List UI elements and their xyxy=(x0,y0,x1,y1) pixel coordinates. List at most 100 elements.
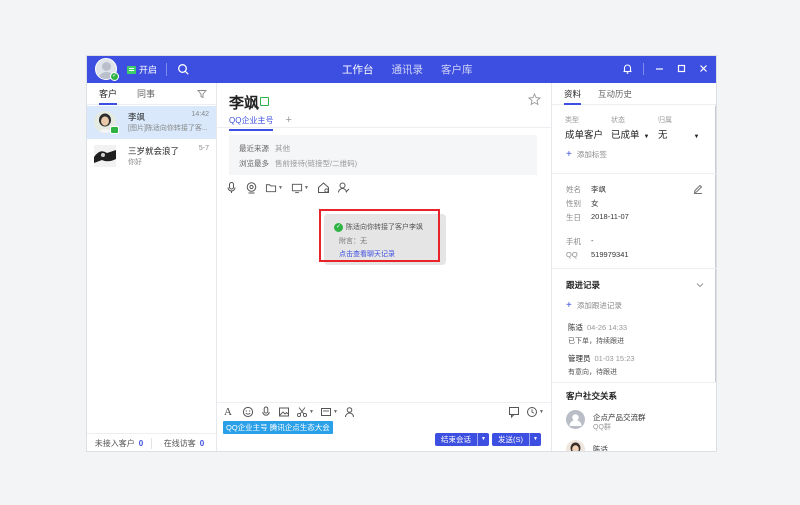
add-tag-button[interactable]: + 添加标签 xyxy=(566,149,607,160)
history-menu[interactable]: ▼ xyxy=(526,406,544,418)
profile-row: 性别 女 xyxy=(566,198,599,209)
followup-who: 管理员 xyxy=(568,354,591,363)
font-icon[interactable]: A xyxy=(224,406,236,418)
followup-note: 有意向，待跟进 xyxy=(568,369,617,376)
add-tag-label: 添加标签 xyxy=(576,150,607,159)
tab-colleagues[interactable]: 同事 xyxy=(137,87,155,100)
owner-value: 无 xyxy=(658,130,668,141)
social-item[interactable]: 陈适 xyxy=(566,440,706,451)
tab-customer-base[interactable]: 客户库 xyxy=(441,62,473,77)
user-card-icon[interactable] xyxy=(344,406,356,418)
end-session-button[interactable]: 结束会话 ▼ xyxy=(435,433,489,446)
profile-row: 生日 2018-11-07 xyxy=(566,212,629,223)
bell-icon[interactable] xyxy=(621,62,634,75)
quick-reply-icon[interactable] xyxy=(508,406,520,418)
online-check-icon: ✓ xyxy=(110,72,119,81)
minimize-icon[interactable] xyxy=(653,62,666,75)
home-transfer-icon[interactable] xyxy=(317,181,330,194)
profile-tabs: 资料 互动历史 xyxy=(552,83,716,105)
my-avatar[interactable]: ✓ xyxy=(95,58,119,81)
microphone-icon[interactable] xyxy=(260,406,272,418)
type-label: 类型 xyxy=(565,117,579,124)
pending-customers[interactable]: 未接入客户 0 xyxy=(87,438,151,449)
field-value: 女 xyxy=(591,199,599,208)
contact-name: 李飒 xyxy=(229,95,260,112)
visitor-info: 最近来源 其他 浏览最多 售前接待(链接型/二维码) xyxy=(229,135,537,175)
screenshot-menu[interactable]: ▼ xyxy=(291,181,310,194)
maximize-icon[interactable] xyxy=(675,62,688,75)
folder-menu[interactable]: ▼ xyxy=(265,181,284,194)
customer-profile-panel: 资料 互动历史 类型 成单客户 状态 已成单 ▼ 归属 无 ▼ + 添加标签 姓名 … xyxy=(551,83,716,451)
plus-icon: + xyxy=(566,149,572,160)
followup-author: 陈适 04-26 14:33 xyxy=(568,322,627,333)
scrollbar[interactable] xyxy=(715,105,716,383)
caret-down-icon: ▼ xyxy=(539,409,544,415)
add-followup-label: 添加跟进记录 xyxy=(576,301,622,310)
filter-icon[interactable] xyxy=(197,89,207,99)
source-tag: QQ企业主号 腾讯企点生态大会 xyxy=(223,421,333,434)
followup-note: 已下单，持续跟进 xyxy=(568,338,624,345)
followup-time: 04-26 14:33 xyxy=(587,323,628,332)
divider xyxy=(217,402,551,403)
close-icon[interactable] xyxy=(697,62,710,75)
field-key: 手机 xyxy=(566,237,581,246)
screen-icon xyxy=(291,183,303,193)
field-value: - xyxy=(591,236,594,245)
pencil-icon[interactable] xyxy=(693,184,703,194)
chevron-down-icon[interactable] xyxy=(696,281,704,289)
emoji-icon[interactable] xyxy=(242,406,254,418)
owner-field[interactable]: 归属 无 ▼ xyxy=(658,115,699,141)
contact-avatar xyxy=(566,440,585,451)
tab-customers[interactable]: 客户 xyxy=(99,87,118,105)
status-field[interactable]: 状态 已成单 ▼ xyxy=(611,115,649,141)
microphone-icon[interactable] xyxy=(225,181,238,194)
tab-interaction-history[interactable]: 互动历史 xyxy=(598,88,632,100)
type-field[interactable]: 类型 成单客户 xyxy=(565,115,603,141)
camera-icon[interactable] xyxy=(245,181,258,194)
field-key: 性别 xyxy=(566,199,581,208)
conversation-preview: 你好 xyxy=(128,159,142,166)
add-followup-button[interactable]: + 添加跟进记录 xyxy=(566,300,622,311)
tab-workbench[interactable]: 工作台 xyxy=(342,62,374,77)
social-item[interactable]: 企点产品交流群 QQ群 xyxy=(566,410,706,436)
conversation-item[interactable]: 李飒 14:42 [图片]陈适向你转接了客... xyxy=(87,106,216,139)
visitors-count: 0 xyxy=(199,439,205,448)
qq-channel-icon xyxy=(260,97,269,106)
info-row: 最近来源 其他 xyxy=(239,143,290,154)
followup-author: 管理员 01-03 15:23 xyxy=(568,353,635,364)
tab-qq-main[interactable]: QQ企业主号 xyxy=(229,115,274,131)
divider xyxy=(166,63,167,76)
profile-row: QQ 519979341 xyxy=(566,250,629,259)
tab-contacts[interactable]: 通讯录 xyxy=(392,62,424,77)
field-key: 姓名 xyxy=(566,185,581,194)
add-tab-button[interactable]: + xyxy=(285,114,291,126)
field-key: 生日 xyxy=(566,213,581,222)
image-icon[interactable] xyxy=(278,406,290,418)
tab-profile[interactable]: 资料 xyxy=(564,88,582,105)
caret-down-icon[interactable]: ▼ xyxy=(529,433,541,446)
caret-down-icon[interactable]: ▼ xyxy=(477,433,489,446)
star-icon[interactable] xyxy=(528,93,541,106)
screenshot-menu[interactable]: ▼ xyxy=(296,406,314,418)
social-title: 客户社交关系 xyxy=(566,391,618,401)
search-icon[interactable] xyxy=(177,63,190,76)
chat-toolbar: ▼ ▼ xyxy=(225,181,350,194)
info-key: 浏览最多 xyxy=(239,159,269,168)
caret-down-icon: ▼ xyxy=(309,409,314,415)
online-visitors[interactable]: 在线访客 0 xyxy=(152,438,216,449)
conversation-item[interactable]: 三岁就会浪了 5-7 你好 xyxy=(87,140,216,173)
profile-row: 手机 - xyxy=(566,236,594,247)
customer-avatar xyxy=(94,145,116,167)
status-toggle[interactable]: 开启 xyxy=(127,63,157,76)
owner-label: 归属 xyxy=(658,117,672,124)
card-menu[interactable]: ▼ xyxy=(320,406,338,418)
conversation-preview: [图片]陈适向你转接了客... xyxy=(128,125,208,132)
user-edit-icon[interactable] xyxy=(337,181,350,194)
caret-down-icon: ▼ xyxy=(304,184,309,191)
send-button[interactable]: 发送(S) ▼ xyxy=(492,433,541,446)
profile-row: 姓名 李飒 xyxy=(566,184,606,195)
status-value: 已成单 xyxy=(611,130,640,141)
divider xyxy=(643,62,644,75)
field-value: 519979341 xyxy=(591,250,629,259)
sidebar-tabs: 客户 同事 xyxy=(87,83,216,105)
